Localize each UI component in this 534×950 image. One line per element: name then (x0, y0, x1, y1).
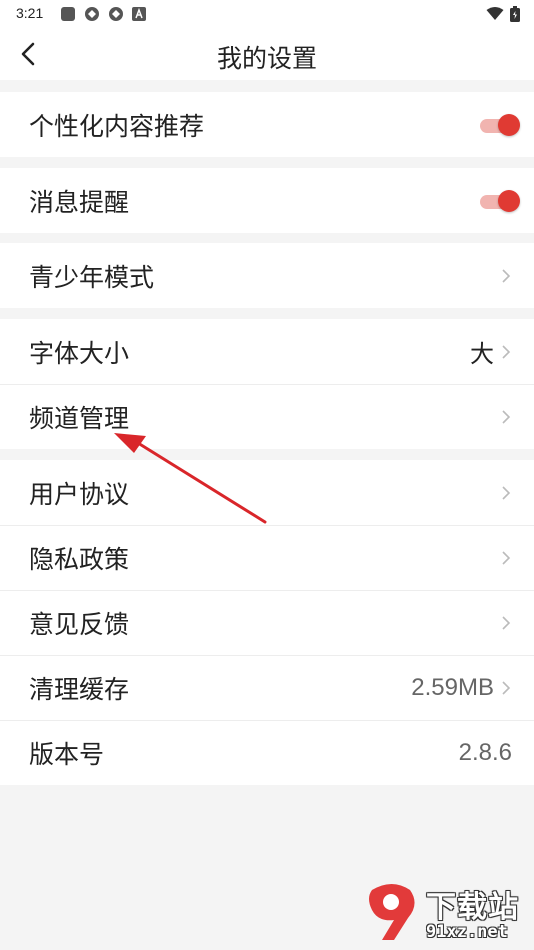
status-time: 3:21 (16, 5, 44, 21)
row-channel-manage[interactable]: 频道管理 (0, 384, 534, 449)
row-privacy-policy[interactable]: 隐私政策 (0, 525, 534, 590)
watermark: 下载站 91xz.net (364, 878, 534, 950)
status-bar: 3:21 (0, 0, 534, 28)
row-label: 隐私政策 (29, 544, 130, 574)
row-label: 消息提醒 (29, 187, 130, 217)
chevron-right-icon (502, 344, 511, 359)
notifications-toggle[interactable] (480, 189, 520, 213)
status-system-icons (486, 6, 520, 22)
row-version: 版本号 2.8.6 (0, 720, 534, 785)
personalized-recommend-toggle[interactable] (480, 113, 520, 137)
row-label: 用户协议 (29, 479, 130, 509)
row-label: 清理缓存 (29, 674, 130, 704)
battery-icon (510, 6, 520, 22)
row-teen-mode[interactable]: 青少年模式 (0, 243, 534, 308)
cache-size-value: 2.59MB (411, 673, 494, 701)
row-label: 版本号 (29, 739, 105, 769)
version-value: 2.8.6 (458, 738, 512, 766)
watermark-url: 91xz.net (426, 922, 508, 942)
nav-bar: 我的设置 (0, 28, 534, 80)
chevron-right-icon (502, 615, 511, 630)
app-icon (109, 7, 123, 21)
square-icon (61, 7, 75, 21)
row-feedback[interactable]: 意见反馈 (0, 590, 534, 655)
status-notification-icons (60, 6, 146, 22)
settings-group-recommend: 个性化内容推荐 (0, 92, 534, 157)
watermark-logo-icon (369, 884, 415, 940)
toggle-knob (498, 189, 520, 212)
row-label: 青少年模式 (29, 262, 155, 292)
row-notifications[interactable]: 消息提醒 (0, 168, 534, 233)
page-title: 我的设置 (216, 44, 317, 73)
toggle-knob (498, 113, 520, 136)
chevron-right-icon (502, 268, 511, 283)
row-personalized-recommend[interactable]: 个性化内容推荐 (0, 92, 534, 157)
row-clear-cache[interactable]: 清理缓存 2.59MB (0, 655, 534, 720)
row-label: 个性化内容推荐 (29, 111, 205, 141)
settings-group-notifications: 消息提醒 (0, 168, 534, 233)
font-size-value: 大 (470, 340, 494, 368)
row-font-size[interactable]: 字体大小 大 (0, 319, 534, 384)
settings-group-teen: 青少年模式 (0, 243, 534, 308)
chevron-right-icon (502, 680, 511, 695)
settings-group-about: 用户协议 隐私政策 意见反馈 清理缓存 2.59MB 版本号 2.8.6 (0, 460, 534, 785)
row-label: 意见反馈 (29, 609, 130, 639)
row-user-agreement[interactable]: 用户协议 (0, 460, 534, 525)
chevron-right-icon (502, 550, 511, 565)
wifi-icon (486, 7, 504, 20)
a-icon (132, 7, 146, 21)
chevron-right-icon (502, 485, 511, 500)
app-icon (85, 7, 99, 21)
settings-group-display: 字体大小 大 频道管理 (0, 319, 534, 449)
row-label: 字体大小 (29, 338, 130, 368)
chevron-right-icon (502, 409, 511, 424)
watermark-name: 下载站 (426, 890, 519, 925)
row-label: 频道管理 (29, 403, 130, 433)
